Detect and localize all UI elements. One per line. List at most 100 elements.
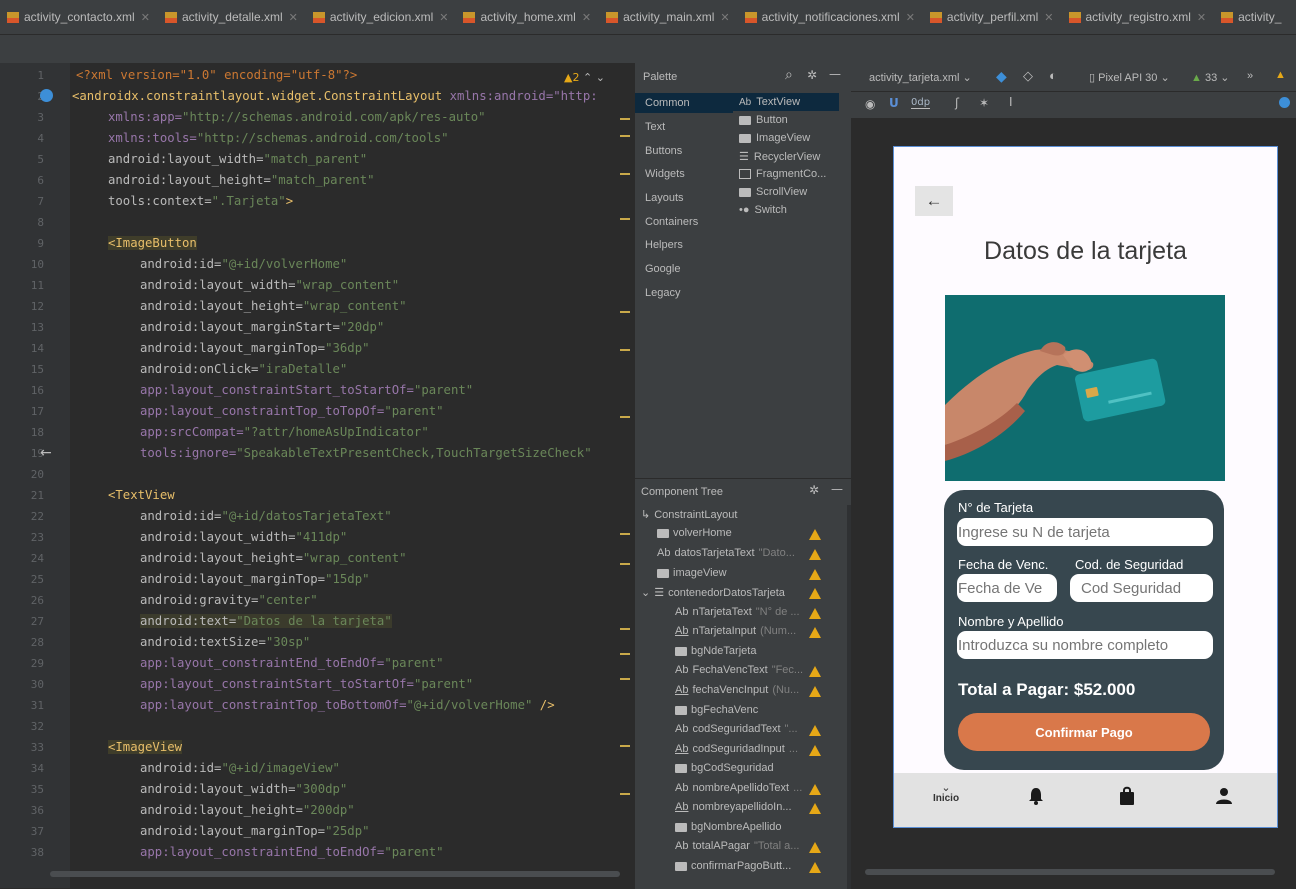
- tab-activity-home[interactable]: activity_home.xml ✕: [456, 0, 599, 34]
- tab-activity-registro[interactable]: activity_registro.xml ✕: [1062, 0, 1215, 34]
- nav-item-cart[interactable]: [1119, 786, 1135, 808]
- tree-item-ntarjetainput[interactable]: Ab nTarjetaInput (Num...: [675, 625, 796, 637]
- warning-icon[interactable]: [809, 529, 821, 540]
- palette-category-buttons[interactable]: Buttons: [645, 145, 682, 157]
- warning-icon[interactable]: [809, 569, 821, 580]
- tree-item-nombreyapellidoinput[interactable]: Ab nombreyapellidoIn...: [675, 801, 792, 813]
- tab-activity-perfil[interactable]: activity_perfil.xml ✕: [923, 0, 1062, 34]
- default-margin-field[interactable]: 0dp: [911, 97, 931, 109]
- tree-item-confirmarpagobutton[interactable]: confirmarPagoButt...: [675, 860, 791, 872]
- palette-item-recyclerview[interactable]: ☰ RecyclerView: [739, 150, 820, 164]
- tab-activity-edicion[interactable]: activity_edicion.xml ✕: [306, 0, 457, 34]
- tree-item-datostarjetatext[interactable]: Ab datosTarjetaText "Dato...: [657, 547, 795, 559]
- gear-icon[interactable]: ✲: [809, 483, 819, 497]
- back-button[interactable]: ←: [915, 186, 953, 216]
- warning-icon[interactable]: [809, 862, 821, 873]
- infer-constraints-icon[interactable]: ✶: [979, 96, 989, 110]
- tab-activity-notificaciones[interactable]: activity_notificaciones.xml ✕: [738, 0, 923, 34]
- tab-activity-contacto[interactable]: activity_contacto.xml ✕: [0, 0, 158, 34]
- clear-constraints-icon[interactable]: ʃ: [955, 96, 959, 110]
- warning-indicator[interactable]: ▲2 ⌃ ⌄: [564, 71, 605, 84]
- horizontal-scrollbar[interactable]: [50, 871, 620, 877]
- chevron-down-icon[interactable]: ⌄: [596, 71, 605, 84]
- name-input[interactable]: [958, 633, 1210, 657]
- palette-category-text[interactable]: Text: [645, 121, 665, 133]
- more-options-icon[interactable]: »: [1247, 70, 1253, 82]
- nav-item-profile[interactable]: [1216, 787, 1232, 808]
- close-icon[interactable]: ✕: [1044, 11, 1053, 24]
- nav-item-notifications[interactable]: [1028, 787, 1044, 808]
- warning-icon[interactable]: [809, 725, 821, 736]
- minimize-icon[interactable]: —: [829, 67, 841, 81]
- eye-icon[interactable]: ◉: [865, 97, 875, 111]
- warning-icon[interactable]: [809, 842, 821, 853]
- palette-category-common[interactable]: Common: [645, 97, 690, 109]
- close-icon[interactable]: ✕: [289, 11, 298, 24]
- warning-icon[interactable]: [809, 627, 821, 638]
- tree-item-nombreapellidotext[interactable]: Ab nombreApellidoText...: [675, 782, 802, 794]
- tree-item-totalapagar[interactable]: Ab totalAPagar "Total a...: [675, 840, 799, 852]
- tree-item-ntarjetatext[interactable]: Ab nTarjetaText "N° de ...: [675, 606, 800, 618]
- cvv-input[interactable]: [1081, 576, 1209, 600]
- palette-item-imageview[interactable]: ImageView: [739, 132, 810, 144]
- close-icon[interactable]: ✕: [582, 11, 591, 24]
- class-gutter-icon[interactable]: [40, 89, 53, 102]
- tree-item-bgnombreapellido[interactable]: bgNombreApellido: [675, 821, 782, 833]
- tab-activity-main[interactable]: activity_main.xml ✕: [599, 0, 738, 34]
- tree-item-fechavenctext[interactable]: Ab FechaVencText "Fec...: [675, 664, 803, 676]
- code-editor[interactable]: 1 2 3 4 5 6 7 8 9 10 11 12 13 14 15 16 1…: [0, 63, 634, 888]
- warning-icon[interactable]: [809, 803, 821, 814]
- gear-icon[interactable]: ✲: [807, 68, 817, 82]
- night-mode-icon[interactable]: ◐: [1049, 68, 1057, 83]
- palette-category-layouts[interactable]: Layouts: [645, 192, 684, 204]
- palette-item-button[interactable]: Button: [739, 114, 788, 126]
- orientation-icon[interactable]: ◇: [1023, 68, 1033, 84]
- confirm-payment-button[interactable]: Confirmar Pago: [958, 713, 1210, 751]
- warning-icon[interactable]: [809, 608, 821, 619]
- tree-item-codseguridadinput[interactable]: Ab codSeguridadInput...: [675, 743, 798, 755]
- palette-item-switch[interactable]: •● Switch: [739, 204, 787, 216]
- tree-item-volverhome[interactable]: volverHome: [657, 527, 732, 539]
- palette-item-textview[interactable]: Ab TextView: [739, 96, 800, 108]
- warning-icon[interactable]: [809, 745, 821, 756]
- warning-icon[interactable]: [809, 588, 821, 599]
- minimize-icon[interactable]: —: [831, 482, 843, 496]
- palette-category-containers[interactable]: Containers: [645, 216, 698, 228]
- api-selector[interactable]: ▲ 33 ⌄: [1191, 71, 1229, 84]
- warning-icon[interactable]: [809, 549, 821, 560]
- tree-item-contenedordatostarjeta[interactable]: ⌄ ☰ contenedorDatosTarjeta: [641, 586, 785, 600]
- tree-item-bgfechavenc[interactable]: bgFechaVenc: [675, 704, 758, 716]
- search-icon[interactable]: ⌕: [785, 67, 793, 83]
- tree-item-constraintlayout[interactable]: ↳ ConstraintLayout: [641, 508, 737, 522]
- tree-item-imageview[interactable]: imageView: [657, 567, 727, 579]
- warning-icon[interactable]: [809, 686, 821, 697]
- close-icon[interactable]: ✕: [720, 11, 729, 24]
- palette-category-legacy[interactable]: Legacy: [645, 287, 680, 299]
- tab-activity-detalle[interactable]: activity_detalle.xml ✕: [158, 0, 306, 34]
- magnet-icon[interactable]: U: [889, 96, 899, 110]
- design-horizontal-scrollbar[interactable]: [865, 869, 1275, 875]
- close-icon[interactable]: ✕: [906, 11, 915, 24]
- palette-category-helpers[interactable]: Helpers: [645, 239, 683, 251]
- card-number-input[interactable]: [958, 520, 1138, 544]
- tab-activity-overflow[interactable]: activity_: [1214, 0, 1289, 34]
- tree-item-bgcodseguridad[interactable]: bgCodSeguridad: [675, 762, 774, 774]
- design-mode-icon[interactable]: ◆: [996, 68, 1007, 85]
- help-icon[interactable]: [1279, 97, 1290, 108]
- close-icon[interactable]: ✕: [1197, 11, 1206, 24]
- tree-item-codseguridadtext[interactable]: Ab codSeguridadText "...: [675, 723, 798, 735]
- palette-category-widgets[interactable]: Widgets: [645, 168, 685, 180]
- warning-icon[interactable]: [809, 784, 821, 795]
- warning-icon[interactable]: ▲: [1275, 69, 1286, 81]
- close-icon[interactable]: ✕: [439, 11, 448, 24]
- palette-category-google[interactable]: Google: [645, 263, 680, 275]
- expiry-input[interactable]: [958, 576, 1054, 600]
- layout-file-selector[interactable]: activity_tarjeta.xml ⌄: [869, 71, 972, 84]
- palette-item-scrollview[interactable]: ScrollView: [739, 186, 807, 198]
- device-selector[interactable]: ▯ Pixel API 30 ⌄: [1089, 71, 1170, 84]
- close-icon[interactable]: ✕: [141, 11, 150, 24]
- palette-item-fragmentcontainer[interactable]: FragmentCo...: [739, 168, 826, 180]
- baseline-icon[interactable]: I: [1009, 95, 1013, 109]
- nav-item-home[interactable]: ⌄ Inicio: [926, 783, 966, 805]
- tree-item-fechavencinput[interactable]: Ab fechaVencInput (Nu...: [675, 684, 799, 696]
